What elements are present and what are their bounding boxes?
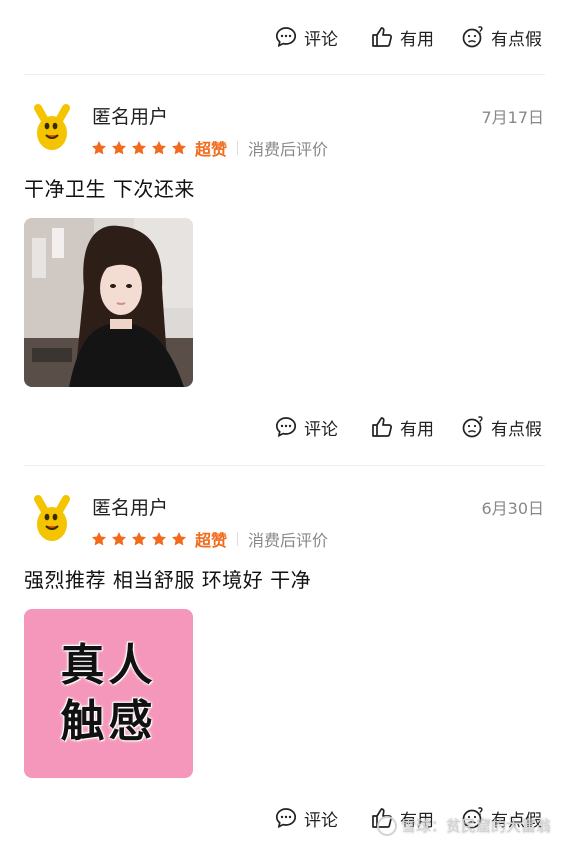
star-icon (172, 141, 186, 155)
useful-button[interactable]: 有用 (370, 22, 434, 52)
verified-label: 消费后评价 (248, 140, 329, 159)
comment-label: 评论 (304, 810, 338, 831)
thumbs-up-icon (372, 417, 393, 437)
verified-label: 消费后评价 (248, 531, 329, 550)
thumbs-up-icon (372, 27, 393, 47)
snowball-logo-icon (376, 815, 397, 836)
image-text-line2: 触感 (60, 695, 157, 747)
review-text: 干净卫生 下次还来 (24, 177, 195, 201)
review-date: 7月17日 (481, 108, 544, 127)
fake-button[interactable]: 有点假 (461, 22, 542, 52)
star-icon (152, 532, 166, 546)
portrait-photo (24, 218, 193, 387)
yellow-mascot-icon (34, 104, 70, 150)
comment-icon (275, 417, 297, 438)
star-icon (132, 532, 146, 546)
watermark-text: 雪球：贫民窟的大富翁 (400, 817, 551, 835)
useful-button[interactable]: 有用 (370, 412, 434, 442)
review-photo[interactable]: 真人 触感 (24, 609, 193, 778)
comment-icon (275, 808, 297, 829)
username[interactable]: 匿名用户 (92, 102, 168, 129)
star-icon (172, 532, 186, 546)
rating-label: 超赞 (195, 531, 228, 550)
doubtful-face-icon (462, 26, 483, 48)
review-date: 6月30日 (481, 499, 544, 518)
comment-button[interactable]: 评论 (274, 412, 338, 442)
review-actions: 评论 有用 有点假 (0, 412, 569, 442)
useful-label: 有用 (400, 419, 434, 440)
star-icon (132, 141, 146, 155)
comment-icon (275, 27, 297, 48)
image-text-line1: 真人 (60, 639, 157, 691)
comment-button[interactable]: 评论 (274, 22, 338, 52)
fake-label: 有点假 (491, 419, 542, 440)
comment-label: 评论 (304, 29, 338, 50)
fake-label: 有点假 (491, 29, 542, 50)
avatar[interactable] (24, 100, 80, 156)
useful-label: 有用 (400, 29, 434, 50)
separator (237, 141, 239, 155)
rating: 超赞 消费后评价 (91, 527, 328, 551)
star-icon (92, 141, 106, 155)
comment-label: 评论 (304, 419, 338, 440)
star-icon (112, 141, 126, 155)
avatar[interactable] (24, 491, 80, 547)
watermark: 雪球：贫民窟的大富翁 (376, 815, 551, 836)
comment-button[interactable]: 评论 (274, 803, 338, 833)
rating: 超赞 消费后评价 (91, 136, 328, 160)
star-icon (152, 141, 166, 155)
separator (237, 532, 239, 546)
yellow-mascot-icon (34, 495, 70, 541)
star-icon (92, 532, 106, 546)
rating-label: 超赞 (195, 140, 228, 159)
review-actions-top: 评论 有用 有点假 (0, 22, 569, 52)
fake-button[interactable]: 有点假 (461, 412, 542, 442)
divider (24, 74, 545, 75)
review-text: 强烈推荐 相当舒服 环境好 干净 (24, 568, 312, 592)
username[interactable]: 匿名用户 (92, 493, 168, 520)
divider (24, 465, 545, 466)
doubtful-face-icon (462, 416, 483, 438)
review-photo[interactable] (24, 218, 193, 387)
star-icon (112, 532, 126, 546)
